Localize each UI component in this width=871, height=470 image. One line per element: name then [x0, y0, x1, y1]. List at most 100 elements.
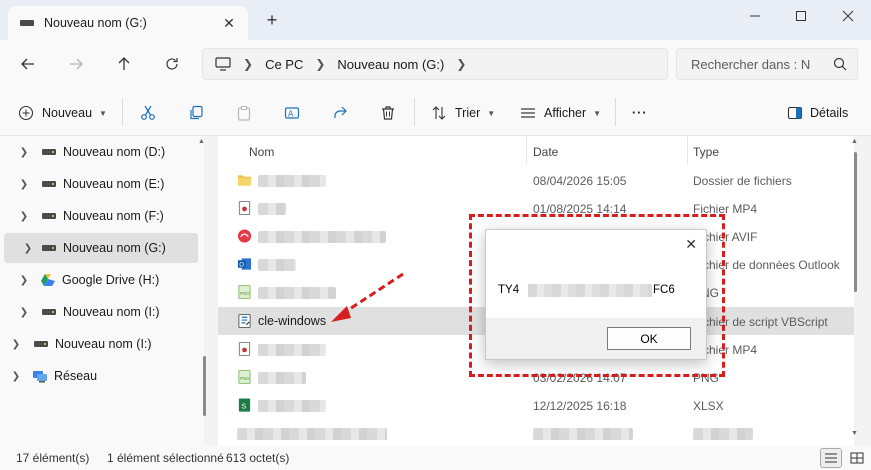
search-icon: [833, 57, 847, 71]
details-button[interactable]: Détails: [787, 102, 848, 124]
sidebar-item-label: Nouveau nom (G:): [63, 241, 166, 255]
item-count: 17 élément(s): [16, 451, 90, 465]
view-button[interactable]: Afficher ▼: [520, 102, 601, 124]
column-divider[interactable]: [687, 136, 688, 164]
search-input[interactable]: Rechercher dans : N: [676, 48, 858, 80]
sort-icon: [432, 106, 446, 120]
details-pane-icon: [787, 106, 803, 120]
rename-button[interactable]: A: [284, 102, 300, 124]
chevron-right-icon: ❯: [19, 274, 29, 286]
up-button[interactable]: [111, 52, 137, 76]
file-list-scrollbar[interactable]: [854, 152, 857, 292]
maximize-button[interactable]: [778, 0, 824, 32]
details-label: Détails: [810, 106, 849, 120]
breadcrumb-current[interactable]: Nouveau nom (G:): [337, 57, 444, 72]
annotation-arrow-icon: [331, 272, 404, 322]
svg-text:S: S: [241, 401, 246, 410]
forward-button[interactable]: [63, 52, 89, 76]
close-window-button[interactable]: [825, 0, 871, 32]
copy-icon: [190, 105, 203, 120]
scroll-up-arrow-icon[interactable]: ▲: [851, 138, 858, 145]
command-bar: Nouveau ▼ A Trier ▼ Afficher ▼ ··· Détai…: [0, 88, 871, 136]
copy-button[interactable]: [188, 102, 204, 124]
scroll-up-arrow-icon[interactable]: ▲: [198, 138, 205, 145]
column-divider[interactable]: [526, 136, 527, 164]
paste-button[interactable]: [236, 102, 252, 124]
scroll-down-arrow-icon[interactable]: ▼: [851, 430, 858, 437]
chevron-right-icon: ❯: [11, 370, 21, 382]
dialog-message-start: TY4: [498, 284, 520, 296]
chevron-right-icon: ❯: [19, 306, 29, 318]
ok-button[interactable]: OK: [607, 327, 691, 350]
rename-icon: A: [284, 107, 300, 119]
sidebar-item-google-drive[interactable]: ❯ Google Drive (H:): [0, 265, 198, 295]
sidebar-item-label: Nouveau nom (I:): [63, 305, 160, 319]
tiles-view-button[interactable]: [846, 448, 868, 468]
sidebar-item-label: Nouveau nom (I:): [55, 337, 152, 351]
chevron-right-icon: ❯: [315, 57, 326, 71]
selection-count: 1 élément sélectionné: [107, 451, 224, 465]
view-label: Afficher: [544, 106, 587, 120]
more-options-button[interactable]: ···: [632, 102, 648, 124]
redacted-file-type: [693, 428, 753, 440]
address-bar[interactable]: ❯ Ce PC ❯ Nouveau nom (G:) ❯: [202, 48, 668, 80]
sidebar-item-drive-d[interactable]: ❯ Nouveau nom (D:): [0, 137, 198, 167]
redacted-file-name: [258, 203, 286, 215]
sort-arrow-icon: ⌃: [380, 136, 388, 142]
breadcrumb-ce-pc[interactable]: Ce PC: [265, 57, 303, 72]
plus-circle-icon: [18, 105, 34, 121]
new-tab-button[interactable]: +: [262, 11, 282, 31]
back-button[interactable]: [15, 52, 41, 76]
sidebar-scrollbar[interactable]: [203, 356, 206, 416]
outlook-file-icon: O: [237, 258, 252, 270]
sidebar-item-network[interactable]: ❯ Réseau: [0, 361, 198, 391]
chevron-right-icon: ❯: [23, 242, 33, 254]
refresh-button[interactable]: [159, 52, 185, 76]
column-header-date[interactable]: Date: [533, 140, 558, 164]
column-header-name[interactable]: Nom: [249, 140, 274, 164]
sidebar-item-drive-f[interactable]: ❯ Nouveau nom (F:): [0, 201, 198, 231]
table-row[interactable]: 08/04/2026 15:05 Dossier de fichiers: [218, 166, 854, 194]
minimize-button[interactable]: [732, 0, 778, 32]
close-tab-icon[interactable]: ✕: [220, 14, 238, 32]
drive-icon: [42, 181, 56, 187]
close-icon[interactable]: ✕: [685, 236, 697, 253]
chevron-right-icon: ❯: [243, 57, 254, 71]
delete-button[interactable]: [380, 102, 396, 124]
svg-text:PNG: PNG: [240, 376, 250, 381]
drive-icon: [42, 245, 56, 251]
vbscript-file-icon: [238, 313, 251, 329]
redacted-file-name: [258, 400, 326, 412]
sidebar-item-drive-e[interactable]: ❯ Nouveau nom (E:): [0, 169, 198, 199]
column-header-type[interactable]: Type: [693, 140, 719, 164]
arrow-right-icon: [70, 58, 83, 70]
tiles-view-icon: [850, 452, 864, 464]
details-view-button[interactable]: [820, 448, 842, 468]
dialog-message-end: FC6: [653, 284, 675, 296]
redacted-file-name: [258, 372, 306, 384]
sidebar-item-drive-i[interactable]: ❯ Nouveau nom (I:): [0, 297, 198, 327]
sort-button[interactable]: Trier ▼: [431, 102, 495, 124]
navigation-pane[interactable]: ❯ Nouveau nom (D:) ❯ Nouveau nom (E:) ❯ …: [0, 136, 204, 446]
sidebar-item-drive-i-2[interactable]: ❯ Nouveau nom (I:): [0, 329, 198, 359]
cut-button[interactable]: [140, 102, 156, 124]
refresh-icon: [166, 58, 178, 70]
chevron-right-icon: ❯: [11, 338, 21, 350]
sidebar-item-label: Nouveau nom (F:): [63, 209, 164, 223]
redacted-file-name: [258, 344, 326, 356]
redacted-file-name: [237, 428, 387, 440]
tab-active[interactable]: Nouveau nom (G:) ✕: [8, 6, 248, 40]
new-label: Nouveau: [42, 106, 93, 120]
drive-icon: [42, 213, 56, 219]
table-row[interactable]: [218, 419, 854, 446]
video-file-icon: [238, 341, 251, 357]
table-row[interactable]: S 12/12/2025 16:18 XLSX: [218, 391, 854, 419]
redacted-file-name: [258, 259, 296, 271]
divider: [122, 98, 123, 126]
sidebar-item-drive-g[interactable]: ❯ Nouveau nom (G:): [4, 233, 198, 263]
arrow-up-icon: [118, 57, 130, 70]
new-button[interactable]: Nouveau ▼: [18, 102, 107, 124]
title-bar: Nouveau nom (G:) ✕ +: [0, 0, 871, 40]
share-button[interactable]: [332, 102, 348, 124]
avif-file-icon: [237, 229, 252, 243]
